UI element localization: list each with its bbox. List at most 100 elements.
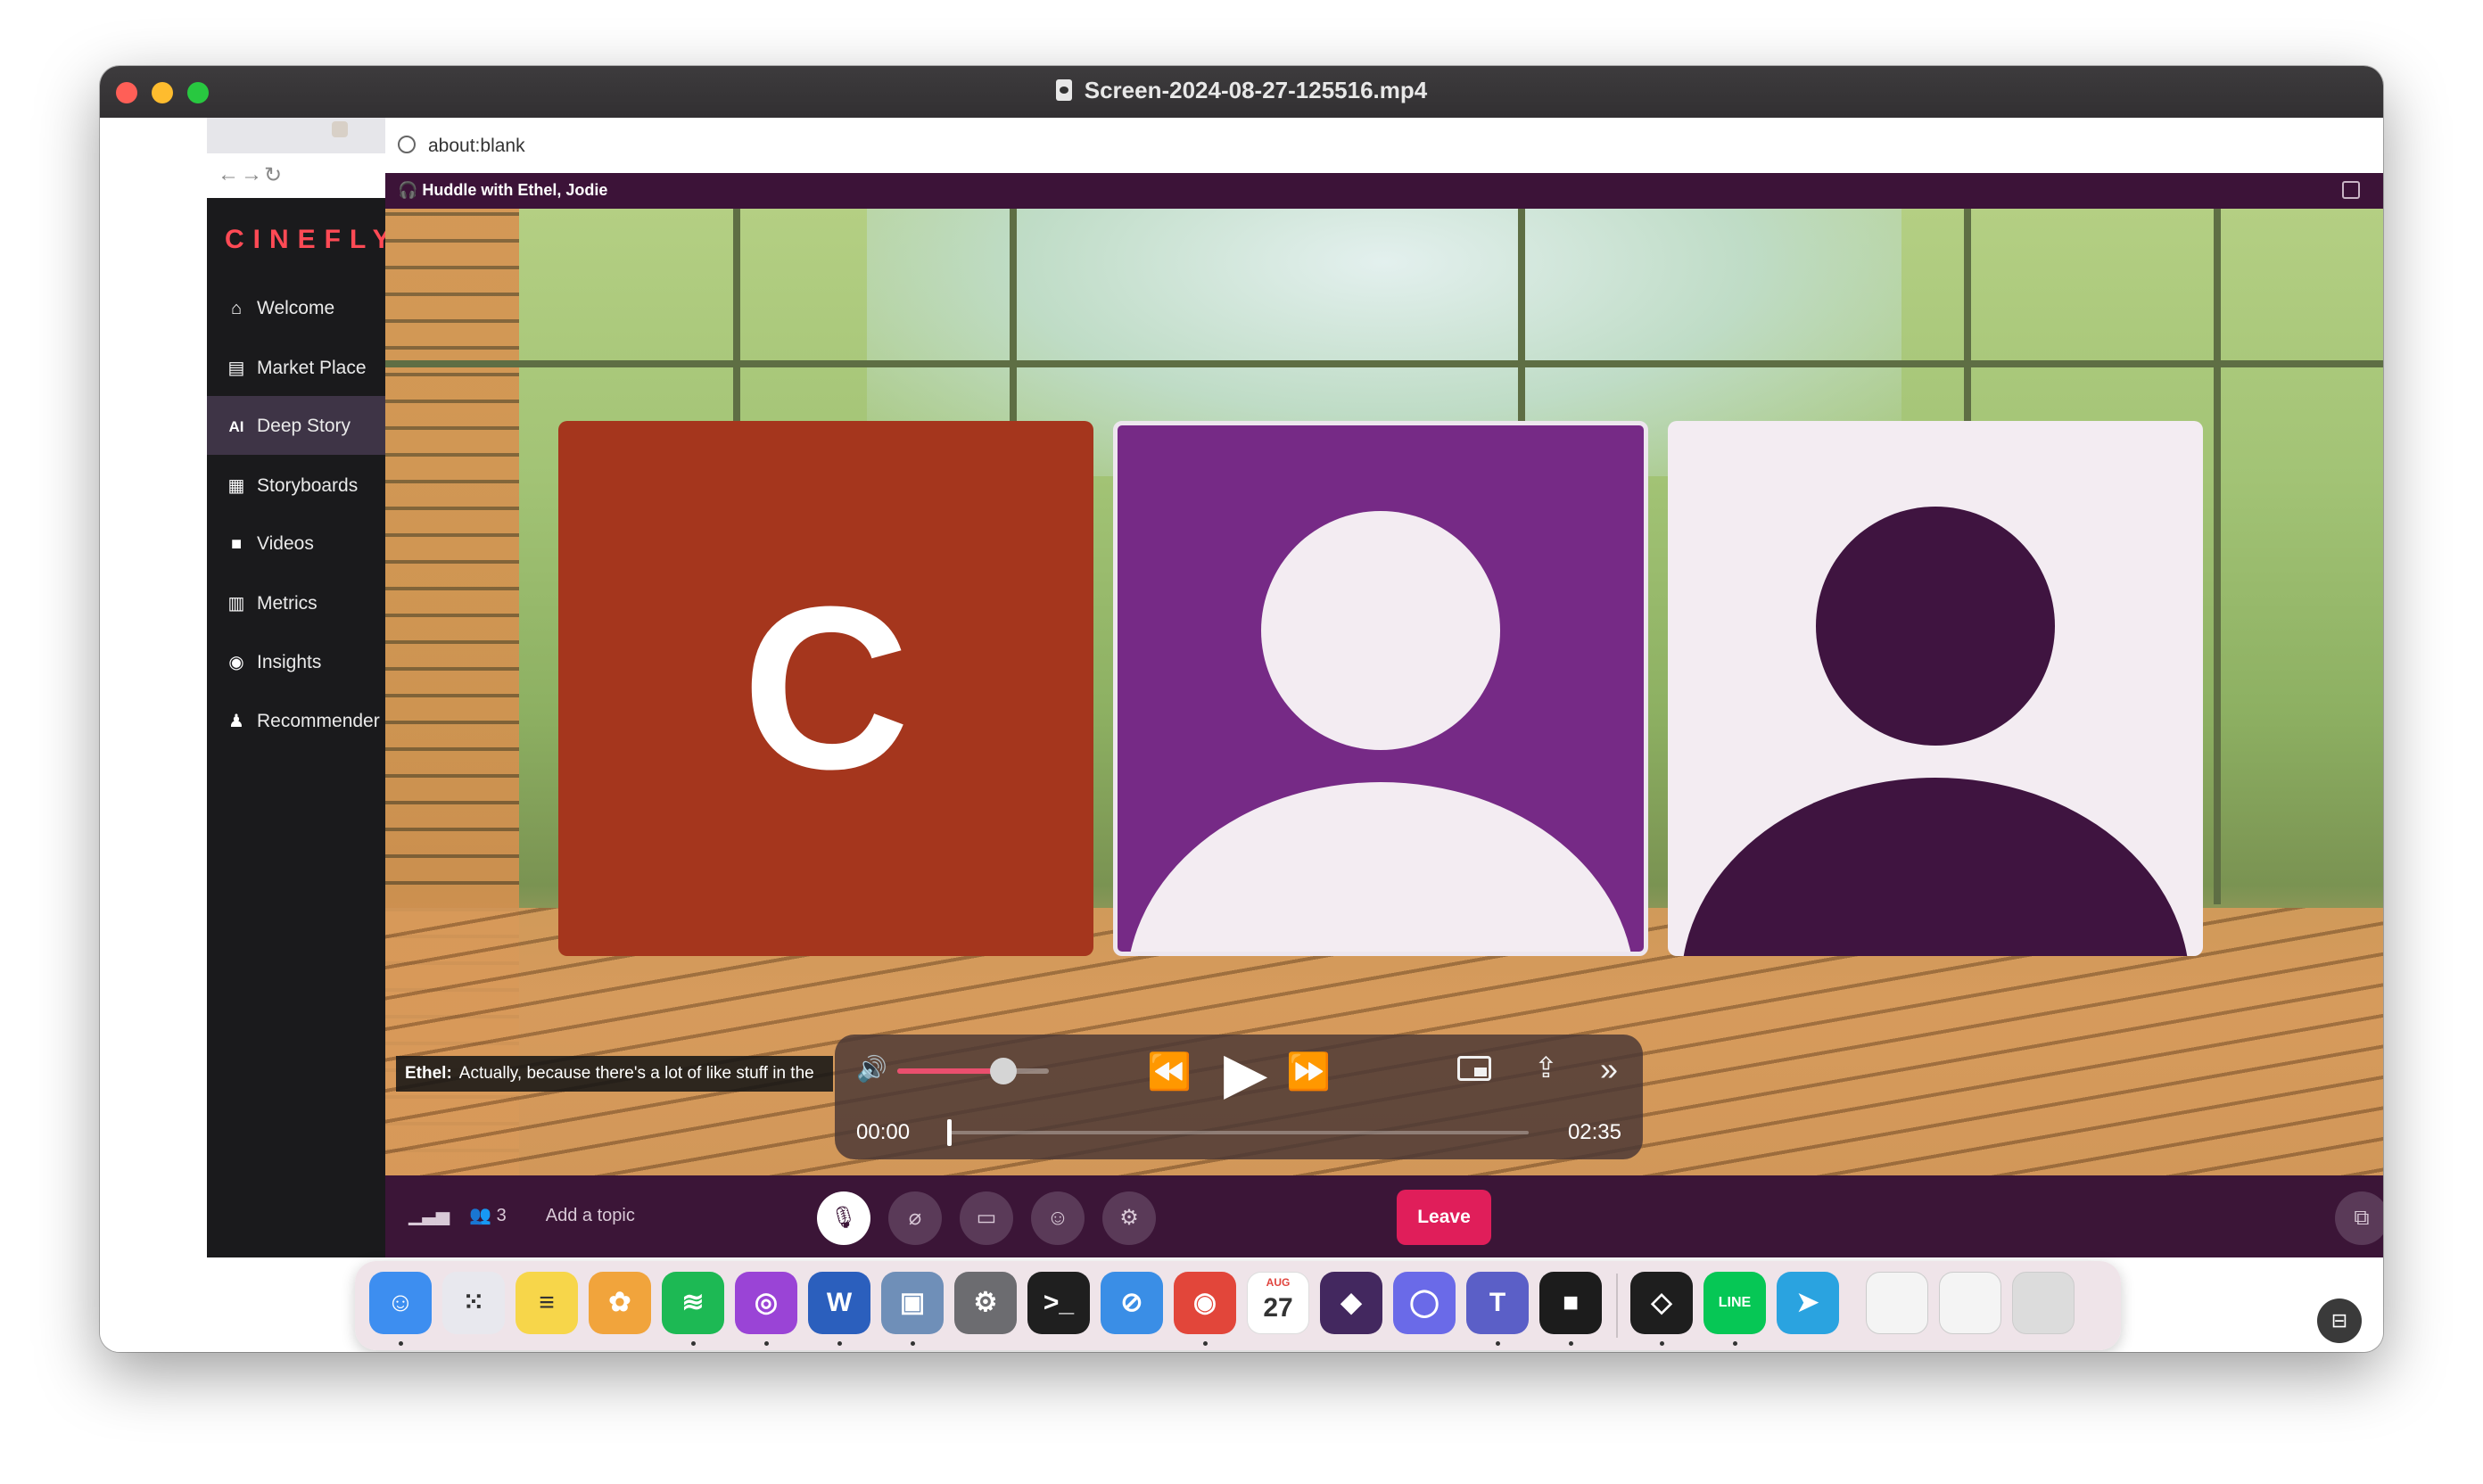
more-options-button[interactable]: » bbox=[1600, 1051, 1618, 1088]
running-indicator bbox=[1660, 1341, 1664, 1346]
title-bar: Screen-2024-08-27-125516.mp4 bbox=[100, 66, 2383, 119]
person-icon: ♟ bbox=[228, 712, 244, 731]
mic-icon: 🎙 bbox=[817, 1191, 870, 1245]
add-topic: Add a topic bbox=[545, 1206, 635, 1225]
recent-doc-icon bbox=[1866, 1272, 1928, 1334]
calendar-month: AUG bbox=[1266, 1276, 1291, 1289]
browser-tab-strip bbox=[207, 118, 385, 153]
nav-recommender: ♟ Recommender bbox=[207, 690, 385, 749]
window-title: Screen-2024-08-27-125516.mp4 bbox=[100, 77, 2383, 104]
fast-forward-button[interactable]: ⏩ bbox=[1286, 1051, 1331, 1092]
avatar-body-icon bbox=[1126, 782, 1635, 952]
nav-videos: ■ Videos bbox=[207, 514, 385, 573]
avatar-body-icon bbox=[1681, 778, 2190, 956]
signal-icon: ▁▃▅ bbox=[408, 1206, 450, 1225]
avatar-head-icon bbox=[1816, 507, 2055, 746]
window-mullion bbox=[2214, 209, 2221, 904]
participants-count: 👥 3 bbox=[469, 1206, 507, 1225]
store-icon: ▤ bbox=[227, 359, 245, 378]
nav-storyboards-label: Storyboards bbox=[257, 475, 359, 496]
expand-icon bbox=[2342, 181, 2360, 199]
notes-icon: ≡ bbox=[516, 1272, 578, 1334]
running-indicator bbox=[691, 1341, 696, 1346]
nav-insights: ◉ Insights bbox=[207, 631, 385, 690]
picture-in-picture-button[interactable] bbox=[1457, 1056, 1491, 1081]
participant-tile-avatar bbox=[1113, 421, 1648, 956]
live-caption: Ethel: Actually, because there's a lot of… bbox=[396, 1056, 833, 1092]
caption-speaker: Ethel: bbox=[405, 1064, 452, 1083]
huddle-panel: 🎧 Huddle with Ethel, Jodie C Ethel: Actu… bbox=[385, 173, 2383, 1257]
running-indicator bbox=[1203, 1341, 1208, 1346]
caption-text: Actually, because there's a lot of like … bbox=[458, 1064, 814, 1083]
camera-off-icon: ⌀ bbox=[888, 1191, 942, 1245]
finder-icon: ☺ bbox=[369, 1272, 432, 1334]
running-indicator bbox=[764, 1341, 769, 1346]
trash-icon bbox=[2012, 1272, 2075, 1334]
video-frame[interactable]: ← → ↻ about:blank CINEFLY ⌂ Welcome ▤ Mark… bbox=[100, 118, 2383, 1352]
signal-icon: ◯ bbox=[1393, 1272, 1456, 1334]
volume-knob[interactable] bbox=[990, 1058, 1017, 1084]
chart-icon: ▥ bbox=[227, 594, 245, 614]
reaction-icon: ☺ bbox=[1031, 1191, 1085, 1245]
back-icon: ← bbox=[218, 162, 239, 186]
nav-insights-label: Insights bbox=[257, 652, 322, 672]
dock-separator bbox=[1616, 1274, 1618, 1338]
nav-welcome: ⌂ Welcome bbox=[207, 278, 385, 337]
grid-icon: ▦ bbox=[227, 476, 245, 496]
video-player-window: Screen-2024-08-27-125516.mp4 ← → ↻ about… bbox=[100, 66, 2383, 1352]
volume-slider[interactable] bbox=[897, 1058, 1049, 1084]
running-indicator bbox=[837, 1341, 842, 1346]
url-text: about:blank bbox=[428, 136, 525, 156]
nav-welcome-label: Welcome bbox=[257, 298, 335, 318]
huddle-toolbar-left: ▁▃▅ 👥 3 Add a topic bbox=[408, 1204, 655, 1226]
duration: 02:35 bbox=[1567, 1120, 1621, 1144]
scrubber-playhead[interactable] bbox=[947, 1119, 952, 1146]
forward-icon: → bbox=[241, 162, 262, 186]
obsidian-icon: ◆ bbox=[1320, 1272, 1382, 1334]
screen-recorder-icon: ■ bbox=[1539, 1272, 1602, 1334]
volume-icon[interactable]: 🔊 bbox=[856, 1054, 887, 1084]
settings-icon: ⚙ bbox=[1102, 1191, 1156, 1245]
play-button[interactable]: ▶ bbox=[1224, 1040, 1267, 1107]
nav-videos-label: Videos bbox=[257, 533, 314, 554]
huddle-background: C Ethel: Actually, because there's a lot … bbox=[385, 209, 2383, 1175]
share-button[interactable]: ⇪ bbox=[1534, 1051, 1558, 1084]
nav-market-place: ▤ Market Place bbox=[207, 337, 385, 396]
system-settings-icon: ⚙ bbox=[954, 1272, 1017, 1334]
popout-icon: ⧉ bbox=[2335, 1191, 2383, 1245]
recent-sheet-icon bbox=[1939, 1272, 2001, 1334]
huddle-title-text: Huddle with Ethel, Jodie bbox=[422, 181, 608, 199]
running-indicator bbox=[1733, 1341, 1737, 1346]
huddle-title: 🎧 Huddle with Ethel, Jodie bbox=[398, 181, 608, 199]
running-indicator bbox=[1496, 1341, 1500, 1346]
avatar-head-icon bbox=[1261, 511, 1500, 750]
nav-market-place-label: Market Place bbox=[257, 358, 367, 378]
live-text-icon[interactable]: ⊟ bbox=[2317, 1298, 2362, 1343]
participant-count-value: 3 bbox=[496, 1206, 507, 1225]
reload-icon: ↻ bbox=[264, 163, 283, 187]
launchpad-icon: ⁙ bbox=[442, 1272, 505, 1334]
participant-tile-avatar bbox=[1668, 421, 2203, 956]
rewind-button[interactable]: ⏪ bbox=[1147, 1051, 1192, 1092]
player-controls: 🔊 ⏪ ▶ ⏩ ⇪ » 00:00 02:35 bbox=[835, 1035, 1643, 1159]
cinefly-logo: CINEFLY bbox=[225, 225, 385, 254]
participant-tile-initial: C bbox=[558, 421, 1093, 956]
video-file-icon bbox=[1055, 79, 1072, 101]
ai-icon: AI bbox=[228, 418, 244, 435]
participant-initial: C bbox=[742, 559, 910, 818]
zoom-out-app-icon: ◇ bbox=[1630, 1272, 1693, 1334]
eye-icon: ◉ bbox=[228, 653, 244, 672]
safari-icon: ⊘ bbox=[1101, 1272, 1163, 1334]
teams-icon: T bbox=[1466, 1272, 1529, 1334]
video-icon: ■ bbox=[230, 534, 243, 554]
calendar-icon: 27 AUG bbox=[1247, 1272, 1309, 1334]
word-icon: W bbox=[808, 1272, 870, 1334]
nav-deep-story: AI Deep Story bbox=[207, 396, 385, 455]
tab-favicon-icon bbox=[332, 121, 348, 137]
running-indicator bbox=[911, 1341, 915, 1346]
nav-deep-story-label: Deep Story bbox=[257, 416, 351, 436]
scrubber[interactable] bbox=[947, 1119, 1529, 1146]
podcasts-icon: ◎ bbox=[735, 1272, 797, 1334]
line-icon: LINE bbox=[1703, 1272, 1766, 1334]
huddle-header: 🎧 Huddle with Ethel, Jodie bbox=[385, 173, 2383, 209]
